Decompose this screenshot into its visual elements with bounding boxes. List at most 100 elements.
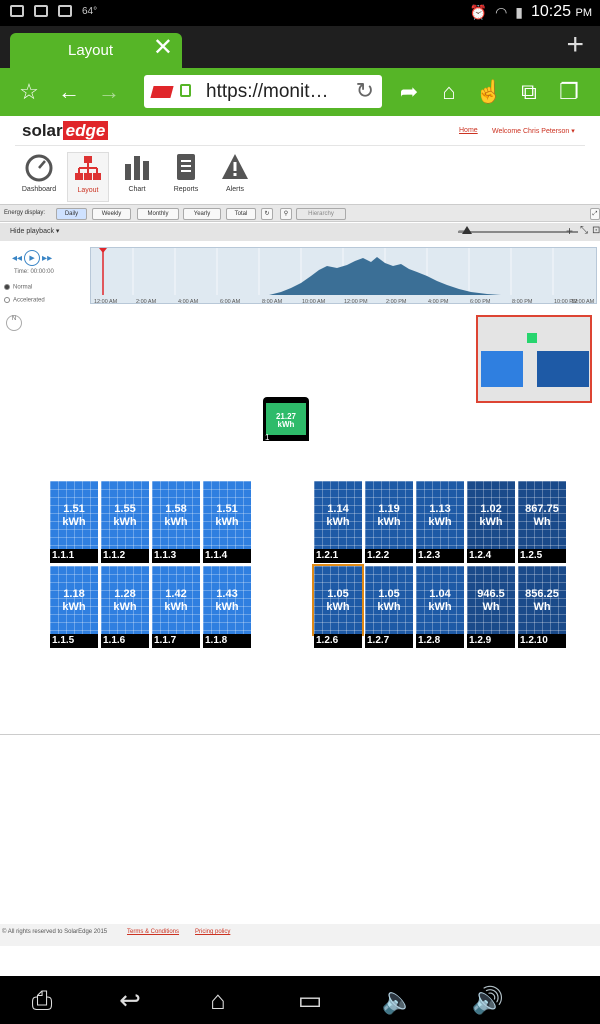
pricing-policy-link[interactable]: Pricing policy <box>195 929 230 935</box>
timeline-area: ◂◂ ▶ ▸▸ Time: 00:00:00 Normal Accelerate… <box>0 241 600 309</box>
solar-panel[interactable]: 1.19 kWh 1.2.2 <box>365 481 413 563</box>
volume-up-icon[interactable]: 🔊 <box>468 986 508 1014</box>
terms-link[interactable]: Terms & Conditions <box>127 929 179 935</box>
site-footer: © All rights reserved to SolarEdge 2015 … <box>0 924 600 946</box>
hierarchy-button[interactable]: Hierarchy <box>296 208 346 220</box>
nav-reports[interactable]: Reports <box>165 152 207 202</box>
reset-icon[interactable]: ⊡ <box>592 225 600 236</box>
extension-icon[interactable]: ⧉ <box>515 78 543 106</box>
solar-panel[interactable]: 1.18 kWh 1.1.5 <box>50 566 98 648</box>
zoom-slider[interactable] <box>458 226 578 234</box>
solar-panel[interactable]: 1.02 kWh 1.2.4 <box>467 481 515 563</box>
notebook-icon <box>177 154 195 180</box>
new-tab-icon[interactable]: + <box>566 28 584 62</box>
tree-view-icon[interactable]: ⚲ <box>280 208 292 220</box>
nav-alerts[interactable]: Alerts <box>214 152 256 202</box>
playback-time: Time: 00:00:00 <box>14 269 54 275</box>
user-menu[interactable]: Welcome Chris Peterson ▾ <box>492 127 575 135</box>
solar-panel[interactable]: 1.51 kWh 1.1.4 <box>203 481 251 563</box>
tabs-count-icon[interactable]: ❐ <box>555 78 583 106</box>
solar-panel[interactable]: 1.13 kWh 1.2.3 <box>416 481 464 563</box>
nav-dashboard[interactable]: Dashboard <box>18 152 60 202</box>
fit-icon[interactable]: ⤡ <box>580 225 588 236</box>
time-tick: 8:00 PM <box>512 299 533 305</box>
inverter[interactable]: 21.27 kWh 1 <box>263 397 309 442</box>
expand-icon[interactable]: ⤢ <box>590 208 600 220</box>
minimap[interactable] <box>476 315 592 403</box>
yearly-button[interactable]: Yearly <box>183 208 221 220</box>
solaredge-logo[interactable]: solar edge <box>22 121 109 141</box>
zoom-handle[interactable] <box>462 226 472 234</box>
production-timeline-graph[interactable]: 12:00 AM 2:00 AM 4:00 AM 6:00 AM 8:00 AM… <box>90 247 597 305</box>
solar-panel[interactable]: 946.5 Wh 1.2.9 <box>467 566 515 648</box>
solar-panel[interactable]: 1.05 kWh 1.2.6 <box>312 564 364 648</box>
solar-panel[interactable]: 1.42 kWh 1.1.7 <box>152 566 200 648</box>
share-icon[interactable]: ➦ <box>395 78 423 106</box>
address-bar[interactable]: https://monit… ↻ <box>144 75 382 108</box>
compass-icon: N <box>6 315 22 331</box>
mode-normal[interactable]: Normal <box>4 284 32 291</box>
monthly-button[interactable]: Monthly <box>137 208 179 220</box>
weekly-button[interactable]: Weekly <box>92 208 131 220</box>
site-favicon <box>150 86 174 98</box>
close-tab-icon[interactable]: ✕ <box>153 36 173 60</box>
panel-id: 1.1.1 <box>50 549 98 563</box>
solar-panel[interactable]: 867.75 Wh 1.2.5 <box>518 481 566 563</box>
browser-tab[interactable]: Layout ✕ <box>10 33 182 68</box>
system-navigation-bar: ⎙ ↩ ⌂ ▭ 🔈 🔊 <box>0 976 600 1024</box>
back-arrow-icon[interactable]: ← <box>55 78 83 106</box>
gesture-icon[interactable]: ☝ <box>475 78 503 106</box>
solar-panel[interactable]: 1.14 kWh 1.2.1 <box>314 481 362 563</box>
solar-panel[interactable]: 1.58 kWh 1.1.3 <box>152 481 200 563</box>
nav-chart[interactable]: Chart <box>116 152 158 202</box>
solar-panel[interactable]: 1.05 kWh 1.2.7 <box>365 566 413 648</box>
wifi-icon: ◠ <box>495 3 508 20</box>
zoom-in-icon[interactable]: + <box>566 224 573 238</box>
solar-panel[interactable]: 1.28 kWh 1.1.6 <box>101 566 149 648</box>
panel-energy: 867.75 Wh <box>525 503 559 528</box>
recent-apps-icon[interactable]: ▭ <box>290 986 330 1014</box>
minimap-string-2 <box>537 351 589 387</box>
solar-panel[interactable]: 1.04 kWh 1.2.8 <box>416 566 464 648</box>
panel-id: 1.1.8 <box>203 634 251 648</box>
total-button[interactable]: Total <box>226 208 256 220</box>
copyright: © All rights reserved to SolarEdge 2015 <box>2 929 108 935</box>
panel-energy: 1.51 kWh <box>215 503 239 528</box>
daily-button[interactable]: Daily <box>56 208 87 220</box>
forward-arrow-icon[interactable]: → <box>95 78 123 106</box>
panel-energy: 1.43 kWh <box>215 588 239 613</box>
screenshot-icon[interactable]: ⎙ <box>22 986 62 1014</box>
panel-energy: 1.18 kWh <box>62 588 86 613</box>
back-icon[interactable]: ↩ <box>110 986 150 1014</box>
panel-id: 1.1.6 <box>101 634 149 648</box>
alarm-icon: ⏰ <box>469 3 488 20</box>
solar-panel[interactable]: 1.55 kWh 1.1.2 <box>101 481 149 563</box>
rewind-icon[interactable]: ◂◂ <box>12 253 22 264</box>
panel-energy: 1.19 kWh <box>377 503 401 528</box>
panel-id: 1.2.5 <box>518 549 566 563</box>
time-tick: 12:00 AM <box>94 299 118 305</box>
volume-down-icon[interactable]: 🔈 <box>378 986 418 1014</box>
hide-playback-toggle[interactable]: Hide playback ▾ <box>10 227 59 235</box>
nav-layout[interactable]: Layout <box>67 152 109 202</box>
radio-accelerated[interactable] <box>4 297 10 303</box>
solar-panel[interactable]: 856.25 Wh 1.2.10 <box>518 566 566 648</box>
reload-icon[interactable]: ↻ <box>356 78 374 104</box>
mode-accelerated[interactable]: Accelerated <box>4 297 45 304</box>
layout-canvas[interactable]: N 21.27 kWh 1 1.51 kWh 1.1.1 1.55 kWh 1.1.2 1.5… <box>0 311 600 735</box>
minimap-inverter <box>527 333 537 343</box>
site-header: solar edge Home Welcome Chris Peterson ▾ <box>15 116 585 146</box>
refresh-icon[interactable]: ↻ <box>261 208 273 220</box>
solar-panel[interactable]: 1.43 kWh 1.1.8 <box>203 566 251 648</box>
play-icon[interactable]: ▶ <box>24 250 41 266</box>
panel-id: 1.2.4 <box>467 549 515 563</box>
panel-energy: 1.04 kWh <box>428 588 452 613</box>
radio-normal[interactable] <box>4 284 10 290</box>
home-button-icon[interactable]: ⌂ <box>198 986 238 1014</box>
time-tick: 4:00 PM <box>428 299 449 305</box>
home-link[interactable]: Home <box>459 127 478 134</box>
solar-panel[interactable]: 1.51 kWh 1.1.1 <box>50 481 98 563</box>
fast-forward-icon[interactable]: ▸▸ <box>42 253 52 264</box>
home-icon[interactable]: ⌂ <box>435 78 463 106</box>
bookmark-star-icon[interactable]: ☆ <box>15 78 43 106</box>
